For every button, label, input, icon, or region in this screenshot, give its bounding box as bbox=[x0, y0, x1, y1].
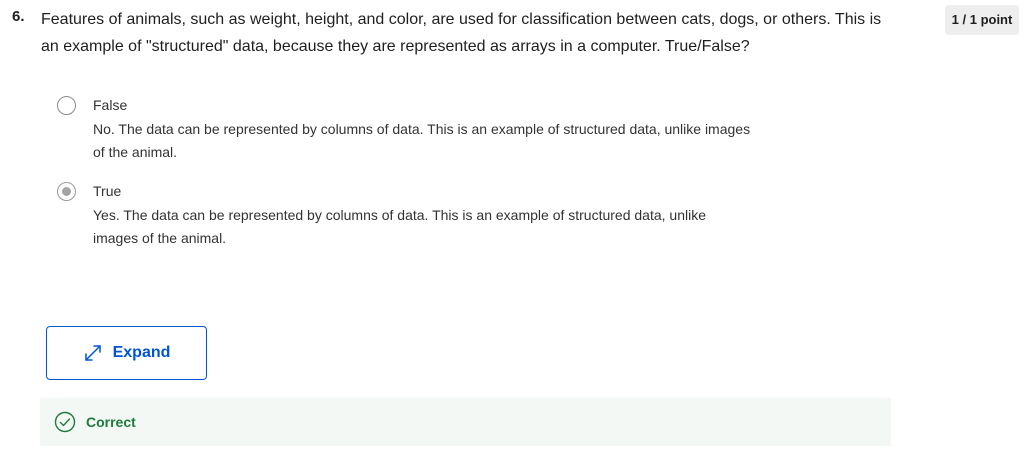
points-badge: 1 / 1 point bbox=[945, 5, 1019, 35]
radio-selected-dot bbox=[61, 186, 71, 196]
radio-true[interactable] bbox=[57, 182, 76, 201]
expand-label: Expand bbox=[112, 344, 171, 361]
option-true-feedback: Yes. The data can be represented by colu… bbox=[93, 207, 706, 246]
option-true-label: True bbox=[93, 183, 122, 199]
radio-false[interactable] bbox=[57, 96, 76, 115]
question-number: 6. bbox=[12, 8, 25, 25]
option-false-label: False bbox=[93, 97, 128, 113]
option-false-feedback: No. The data can be represented by colum… bbox=[93, 121, 751, 160]
result-label: Correct bbox=[86, 414, 136, 430]
expand-button[interactable]: Expand bbox=[46, 326, 207, 380]
expand-arrows-icon bbox=[83, 343, 103, 363]
question-text: Features of animals, such as weight, hei… bbox=[41, 11, 882, 55]
result-banner: Correct bbox=[40, 398, 891, 446]
check-circle-icon bbox=[40, 411, 76, 433]
